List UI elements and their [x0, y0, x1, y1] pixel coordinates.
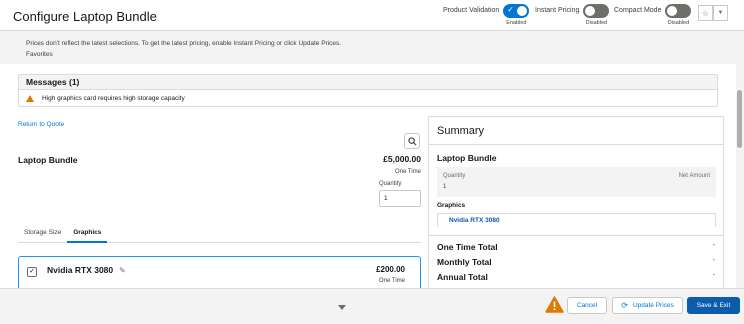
- return-to-quote-link[interactable]: Return to Quote: [18, 121, 64, 128]
- toggle-state: Disabled: [585, 20, 608, 26]
- bundle-price: £5,000.00: [383, 154, 421, 164]
- vertical-scrollbar[interactable]: [736, 64, 744, 288]
- option-price: £200.00: [376, 265, 405, 274]
- check-icon: ✓: [507, 5, 514, 14]
- summary-quantity-value: 1: [443, 184, 447, 190]
- option-checkbox[interactable]: ✓: [27, 267, 37, 277]
- refresh-icon: ⟳: [621, 301, 628, 310]
- total-value: -: [712, 272, 715, 279]
- toggle-label: Compact Mode: [614, 7, 662, 14]
- favorites-menu-button[interactable]: ▼: [713, 5, 728, 21]
- pricing-info-text: Prices don't reflect the latest selectio…: [26, 40, 342, 47]
- toggle-switch[interactable]: [583, 4, 610, 18]
- message-item: High graphics card requires high storage…: [19, 90, 717, 107]
- option-price-frequency: One Time: [378, 278, 405, 284]
- edit-pencil-icon[interactable]: ✎: [119, 266, 126, 275]
- expand-caret-icon[interactable]: [338, 305, 346, 310]
- search-icon: [407, 136, 416, 145]
- message-text: High graphics card requires high storage…: [42, 95, 185, 102]
- summary-bundle-name: Laptop Bundle: [437, 153, 497, 163]
- favorites-label[interactable]: Favorites: [26, 51, 53, 58]
- update-prices-button[interactable]: ⟳ Update Prices: [612, 297, 683, 314]
- scrollbar-thumb[interactable]: [737, 90, 742, 148]
- footer-bar: Cancel ⟳ Update Prices Save & Exit: [0, 288, 744, 324]
- toggle-compact-mode[interactable]: Compact Mode Disabled: [614, 4, 692, 26]
- messages-panel: Messages (1) High graphics card requires…: [18, 74, 718, 107]
- header-bar: Configure Laptop Bundle Product Validati…: [0, 0, 744, 31]
- total-label: Annual Total: [437, 272, 488, 282]
- tab-storage-size[interactable]: Storage Size: [18, 224, 67, 243]
- search-button[interactable]: [404, 133, 420, 149]
- total-row-one-time: One Time Total -: [437, 242, 715, 252]
- star-icon: ☆: [701, 8, 710, 18]
- cancel-button[interactable]: Cancel: [567, 297, 607, 314]
- configurator-content: Messages (1) High graphics card requires…: [0, 64, 736, 296]
- total-value: -: [712, 242, 715, 249]
- save-and-exit-button[interactable]: Save & Exit: [687, 297, 740, 314]
- summary-panel: Summary Laptop Bundle Quantity 1 Net Amo…: [428, 116, 724, 296]
- total-label: One Time Total: [437, 242, 498, 252]
- feature-tabs: Storage Size Graphics: [18, 224, 421, 243]
- summary-totals: One Time Total - Monthly Total - Annual …: [429, 235, 723, 296]
- update-prices-label: Update Prices: [632, 302, 674, 309]
- toggle-label: Product Validation: [443, 7, 500, 14]
- warning-icon: [26, 95, 34, 102]
- quantity-label: Quantity: [379, 181, 402, 187]
- divider: [429, 144, 723, 145]
- toggle-product-validation[interactable]: Product Validation ✓ Enabled: [443, 4, 530, 26]
- total-label: Monthly Total: [437, 257, 492, 267]
- summary-quantity-box: Quantity 1 Net Amount: [437, 167, 716, 197]
- bundle-price-frequency: One Time: [394, 169, 421, 175]
- total-value: -: [712, 257, 715, 264]
- tab-graphics[interactable]: Graphics: [67, 224, 108, 243]
- total-row-monthly: Monthly Total -: [437, 257, 715, 267]
- summary-net-amount-label: Net Amount: [678, 173, 710, 179]
- messages-title: Messages (1): [19, 75, 717, 90]
- summary-quantity-label: Quantity: [443, 173, 466, 179]
- toggle-switch[interactable]: [665, 4, 692, 18]
- page-title: Configure Laptop Bundle: [13, 9, 157, 24]
- chevron-down-icon: ▼: [717, 10, 724, 16]
- summary-group-label: Graphics: [437, 202, 466, 209]
- toggle-state: Enabled: [506, 20, 527, 26]
- favorite-button[interactable]: ☆: [698, 5, 713, 21]
- option-name: Nvidia RTX 3080: [47, 265, 114, 275]
- summary-title: Summary: [437, 125, 485, 137]
- pricing-info-banner: Prices don't reflect the latest selectio…: [0, 31, 744, 64]
- quantity-input[interactable]: 1: [379, 190, 421, 207]
- summary-group-item[interactable]: Nvidia RTX 3080: [437, 213, 716, 227]
- bundle-name: Laptop Bundle: [18, 155, 78, 165]
- toggle-label: Instant Pricing: [535, 7, 580, 14]
- total-row-annual: Annual Total -: [437, 272, 715, 282]
- toggle-state: Disabled: [667, 20, 690, 26]
- warning-icon[interactable]: [545, 296, 564, 313]
- toggle-switch[interactable]: ✓: [503, 4, 530, 18]
- toggle-instant-pricing[interactable]: Instant Pricing Disabled: [535, 4, 610, 26]
